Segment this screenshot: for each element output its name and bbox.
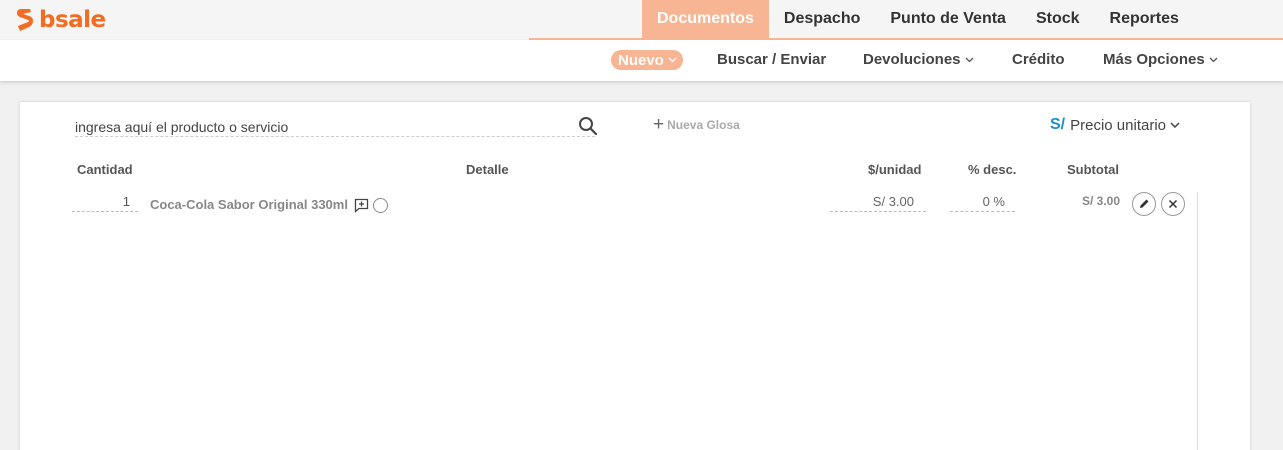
product-search bbox=[75, 117, 595, 137]
subnav-credito[interactable]: Crédito bbox=[1012, 51, 1065, 68]
product-name: Coca-Cola Sabor Original 330ml bbox=[150, 197, 348, 212]
product-search-input[interactable] bbox=[75, 117, 555, 137]
chevron-down-icon bbox=[1170, 121, 1180, 128]
nav-documentos[interactable]: Documentos bbox=[642, 0, 769, 38]
main-nav: Documentos Despacho Punto de Venta Stock… bbox=[642, 0, 1194, 38]
subnav-mas-opciones[interactable]: Más Opciones bbox=[1103, 51, 1218, 68]
edit-button[interactable] bbox=[1132, 192, 1156, 216]
row-subtotal: S/ 3.00 bbox=[1081, 194, 1120, 208]
price-mode-select[interactable]: S/ Precio unitario bbox=[1050, 116, 1180, 134]
subnav-devoluciones[interactable]: Devoluciones bbox=[863, 51, 974, 68]
currency-symbol: S/ bbox=[1050, 116, 1066, 133]
bsale-logo[interactable]: bsale bbox=[16, 6, 106, 34]
subnav-nuevo-label: Nuevo bbox=[618, 51, 664, 69]
chevron-down-icon bbox=[668, 57, 677, 63]
add-comment-icon[interactable] bbox=[354, 198, 369, 213]
close-icon bbox=[1168, 199, 1178, 209]
header-unit-price: $/unidad bbox=[868, 162, 922, 177]
subnav-buscar-enviar[interactable]: Buscar / Enviar bbox=[717, 51, 826, 68]
subnav-buscar-enviar-label: Buscar / Enviar bbox=[717, 51, 827, 68]
nav-reportes[interactable]: Reportes bbox=[1095, 0, 1194, 38]
subnav-nuevo[interactable]: Nuevo bbox=[611, 50, 683, 70]
subnav-credito-label: Crédito bbox=[1012, 51, 1065, 68]
plus-icon: + bbox=[653, 114, 665, 135]
nav-punto-de-venta[interactable]: Punto de Venta bbox=[875, 0, 1021, 38]
nav-stock[interactable]: Stock bbox=[1021, 0, 1095, 38]
sub-nav: Nuevo Buscar / Enviar Devoluciones Crédi… bbox=[0, 40, 1283, 81]
header-subtotal: Subtotal bbox=[1067, 162, 1119, 177]
discount-input[interactable]: 0 % bbox=[950, 194, 1015, 212]
column-divider bbox=[1197, 192, 1198, 450]
new-gloss-button[interactable]: + Nueva Glosa bbox=[653, 114, 740, 135]
brand-name: bsale bbox=[39, 7, 106, 33]
chevron-down-icon bbox=[1209, 57, 1218, 62]
chevron-down-icon bbox=[965, 57, 973, 62]
search-icon[interactable] bbox=[578, 116, 598, 136]
header-quantity: Cantidad bbox=[77, 162, 133, 177]
document-panel: + Nueva Glosa S/ Precio unitario Cantida… bbox=[20, 102, 1250, 450]
new-gloss-label: Nueva Glosa bbox=[667, 118, 740, 132]
unit-price-input[interactable]: S/ 3.00 bbox=[830, 194, 926, 212]
delete-button[interactable] bbox=[1161, 192, 1185, 216]
subnav-mas-opciones-label: Más Opciones bbox=[1103, 51, 1205, 68]
info-circle-icon[interactable] bbox=[373, 198, 388, 213]
quantity-input[interactable]: 1 bbox=[72, 194, 138, 212]
nav-despacho[interactable]: Despacho bbox=[769, 0, 875, 38]
subnav-devoluciones-label: Devoluciones bbox=[863, 51, 961, 68]
bsale-logo-icon bbox=[17, 9, 33, 31]
header-detail: Detalle bbox=[466, 162, 509, 177]
top-bar: bsale Documentos Despacho Punto de Venta… bbox=[0, 0, 1283, 40]
pencil-icon bbox=[1140, 199, 1149, 208]
price-mode-label: Precio unitario bbox=[1070, 116, 1167, 134]
header-discount: % desc. bbox=[968, 162, 1017, 177]
